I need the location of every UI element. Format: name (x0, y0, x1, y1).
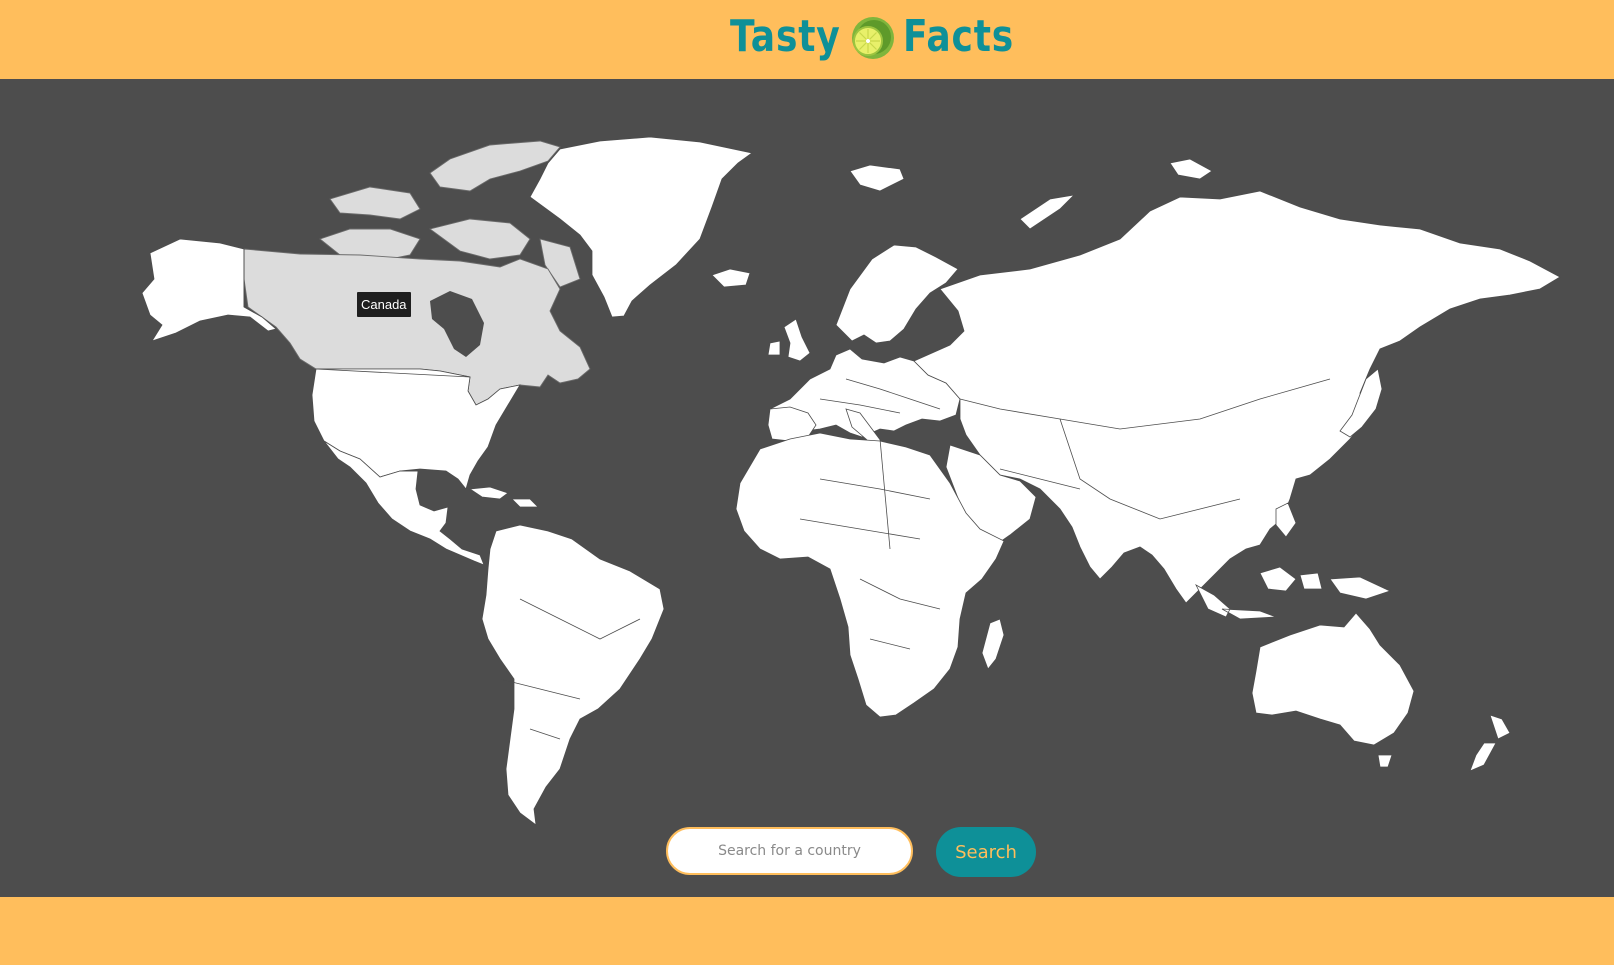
continent-south-america[interactable] (481, 524, 665, 826)
search-button[interactable]: Search (936, 827, 1036, 877)
country-australia-tasmania[interactable] (1377, 754, 1393, 768)
logo[interactable]: Tasty Facts (730, 12, 1038, 62)
country-iceland[interactable] (711, 268, 751, 288)
country-new-zealand[interactable] (1469, 714, 1511, 772)
country-greenland[interactable] (529, 136, 753, 318)
country-united-kingdom[interactable] (767, 318, 811, 362)
lime-icon (851, 17, 894, 59)
world-map[interactable]: Canada (0, 79, 1614, 897)
region-scandinavia[interactable] (835, 244, 959, 344)
country-search-input[interactable] (666, 827, 913, 875)
site-footer (0, 897, 1614, 965)
logo-word-tasty: Tasty (730, 11, 841, 62)
site-header: Tasty Facts (0, 0, 1614, 79)
continent-asia[interactable] (913, 190, 1561, 604)
country-tooltip: Canada (357, 292, 411, 317)
country-madagascar[interactable] (981, 618, 1005, 670)
world-map-svg[interactable] (0, 79, 1614, 897)
logo-word-facts: Facts (902, 11, 1015, 62)
region-caribbean[interactable] (468, 486, 539, 508)
country-australia[interactable] (1251, 612, 1415, 746)
